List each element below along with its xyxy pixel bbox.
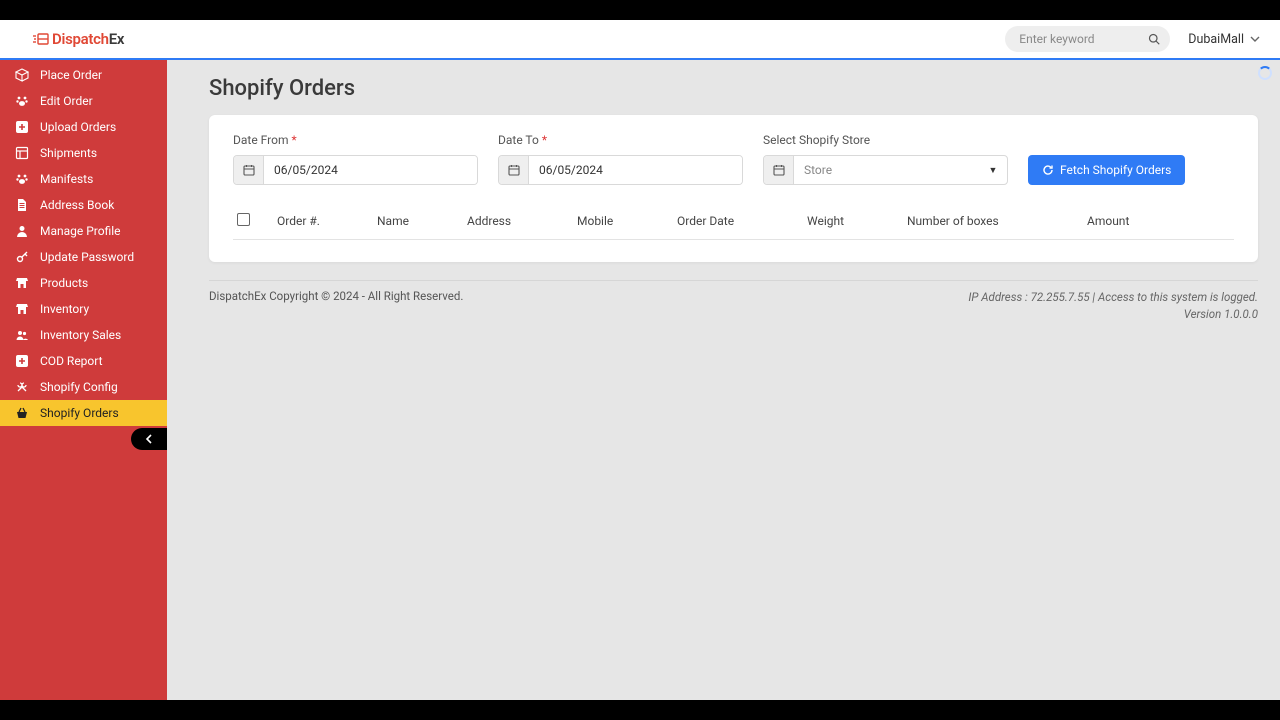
sidebar-item-manifests[interactable]: Manifests [0,166,167,192]
sidebar: Place Order Edit Order Upload Orders Shipme… [0,60,167,700]
sidebar-item-label: Products [40,276,88,290]
sidebar-item-address-book[interactable]: Address Book [0,192,167,218]
basket-icon [14,405,30,421]
chevron-down-icon [1250,36,1260,42]
th-address: Address [467,214,577,228]
refresh-icon [1042,164,1054,176]
brand-name: DispatchEx [52,30,124,48]
th-name: Name [377,214,467,228]
calendar-icon[interactable] [234,156,264,184]
loading-spinner-icon [1258,66,1272,80]
file-icon [14,197,30,213]
th-boxes: Number of boxes [907,214,1087,228]
sidebar-item-label: Inventory Sales [40,328,121,342]
sidebar-item-place-order[interactable]: Place Order [0,62,167,88]
sidebar-collapse-button[interactable] [131,428,167,450]
footer: DispatchEx Copyright © 2024 - All Right … [209,280,1258,324]
brand-logo: DispatchEx [32,30,124,48]
sidebar-item-label: COD Report [40,354,103,368]
th-date: Order Date [677,214,807,228]
th-mobile: Mobile [577,214,677,228]
group-icon [14,327,30,343]
th-amount: Amount [1087,214,1167,228]
filter-card: Date From * Date To * [209,115,1258,262]
date-from-label: Date From * [233,133,478,147]
user-menu[interactable]: DubaiMall [1188,32,1260,47]
main-content: Shopify Orders Date From * Date To * [167,60,1280,700]
sidebar-item-label: Place Order [40,68,102,82]
sidebar-item-shopify-config[interactable]: Shopify Config [0,374,167,400]
sidebar-item-manage-profile[interactable]: Manage Profile [0,218,167,244]
orders-table: Order #. Name Address Mobile Order Date … [233,205,1234,240]
sidebar-item-label: Manage Profile [40,224,121,238]
page-title: Shopify Orders [209,76,1258,101]
sidebar-item-inventory[interactable]: Inventory [0,296,167,322]
sidebar-item-label: Inventory [40,302,89,316]
caret-down-icon: ▼ [979,156,1007,184]
date-to-label: Date To * [498,133,743,147]
plus-icon [14,119,30,135]
search-input[interactable] [1005,26,1170,52]
store-field: Select Shopify Store Store ▼ [763,133,1008,185]
store-select[interactable]: Store ▼ [763,155,1008,185]
sidebar-item-products[interactable]: Products [0,270,167,296]
store-label: Select Shopify Store [763,133,1008,147]
paw-icon [14,93,30,109]
plus-icon [14,353,30,369]
logo-mark-icon [32,32,50,46]
sidebar-item-upload-orders[interactable]: Upload Orders [0,114,167,140]
layout-icon [14,145,30,161]
store-icon [14,301,30,317]
footer-copyright: DispatchEx Copyright © 2024 - All Right … [209,289,463,324]
sidebar-item-shipments[interactable]: Shipments [0,140,167,166]
date-from-field: Date From * [233,133,478,185]
store-select-value: Store [794,156,979,184]
sidebar-item-label: Shopify Config [40,380,118,394]
search-icon[interactable] [1148,33,1160,45]
sidebar-item-label: Shipments [40,146,97,160]
calendar-icon[interactable] [499,156,529,184]
user-name: DubaiMall [1188,32,1244,47]
footer-ip: IP Address : 72.255.7.55 | Access to thi… [968,289,1258,306]
sidebar-item-label: Address Book [40,198,114,212]
fetch-orders-button[interactable]: Fetch Shopify Orders [1028,155,1185,185]
key-icon [14,249,30,265]
sidebar-item-label: Update Password [40,250,134,264]
search-box [1005,26,1170,52]
th-weight: Weight [807,214,907,228]
sidebar-item-update-password[interactable]: Update Password [0,244,167,270]
sidebar-item-label: Shopify Orders [40,406,119,420]
cube-icon [14,67,30,83]
date-to-field: Date To * [498,133,743,185]
sidebar-item-cod-report[interactable]: COD Report [0,348,167,374]
table-header: Order #. Name Address Mobile Order Date … [233,205,1234,240]
th-order: Order #. [277,214,377,228]
paw-icon [14,171,30,187]
sidebar-item-label: Upload Orders [40,120,116,134]
sidebar-item-label: Edit Order [40,94,93,108]
date-from-input[interactable] [264,156,477,184]
select-all-checkbox[interactable] [237,213,250,226]
footer-version: Version 1.0.0.0 [968,306,1258,323]
store-icon [14,275,30,291]
sidebar-item-label: Manifests [40,172,93,186]
user-icon [14,223,30,239]
topbar: DispatchEx DubaiMall [0,20,1280,60]
tools-icon [14,379,30,395]
sidebar-item-edit-order[interactable]: Edit Order [0,88,167,114]
calendar-icon [764,156,794,184]
sidebar-item-shopify-orders[interactable]: Shopify Orders [0,400,167,426]
date-to-input[interactable] [529,156,742,184]
sidebar-item-inventory-sales[interactable]: Inventory Sales [0,322,167,348]
